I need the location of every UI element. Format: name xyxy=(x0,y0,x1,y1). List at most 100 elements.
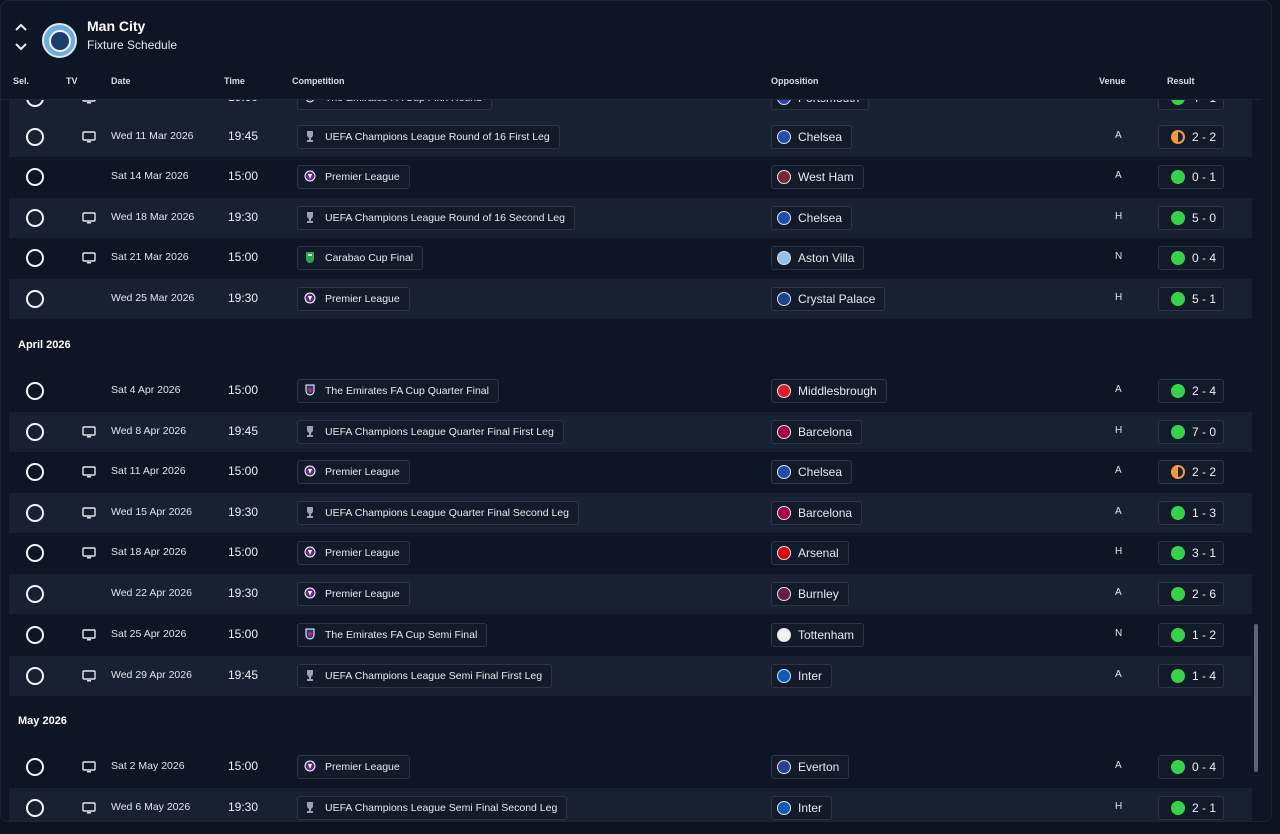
result-chip[interactable]: 2 - 4 xyxy=(1158,379,1224,403)
competition-chip[interactable]: UEFA Champions League Round of 16 First … xyxy=(297,125,560,149)
competition-chip[interactable]: Premier League xyxy=(297,755,410,779)
select-radio[interactable] xyxy=(26,249,44,267)
opponent-chip[interactable]: Arsenal xyxy=(771,541,849,565)
result-chip[interactable]: 7 - 0 xyxy=(1158,420,1224,444)
opponent-chip[interactable]: Crystal Palace xyxy=(771,287,886,311)
competition-chip[interactable]: Premier League xyxy=(297,287,410,311)
fixture-row[interactable]: Sat 2 May 2026 15:00 Premier League Everton… xyxy=(9,747,1252,787)
result-chip[interactable]: 3 - 1 xyxy=(1158,541,1224,565)
select-radio[interactable] xyxy=(26,382,44,400)
chevron-down-icon[interactable] xyxy=(14,39,32,59)
tv-icon xyxy=(82,802,96,815)
opponent-chip[interactable]: Burnley xyxy=(771,582,849,606)
result-chip[interactable]: 1 - 2 xyxy=(1158,623,1224,647)
result-chip[interactable]: 1 - 3 xyxy=(1158,501,1224,525)
competition-chip[interactable]: Premier League xyxy=(297,541,410,565)
team-name[interactable]: Man City xyxy=(87,18,145,34)
result-chip[interactable]: 5 - 0 xyxy=(1158,206,1224,230)
opponent-chip[interactable]: Barcelona xyxy=(771,420,863,444)
fixture-row[interactable]: Wed 22 Apr 2026 19:30 Premier League Burnle… xyxy=(9,574,1252,614)
result-chip[interactable]: 0 - 1 xyxy=(1158,165,1224,189)
result-chip[interactable]: 5 - 1 xyxy=(1158,287,1224,311)
opponent-chip[interactable]: West Ham xyxy=(771,165,864,189)
column-header-result[interactable]: Result xyxy=(1167,76,1195,86)
fixture-row[interactable]: Sat 11 Apr 2026 15:00 Premier League Chelse… xyxy=(9,452,1252,492)
column-header-sel[interactable]: Sel. xyxy=(13,76,29,86)
fixture-row[interactable]: Sat 21 Mar 2026 15:00 Carabao Cup Final Ast… xyxy=(9,238,1252,278)
result-chip[interactable]: 0 - 4 xyxy=(1158,246,1224,270)
column-header-tv[interactable]: TV xyxy=(66,76,78,86)
fixture-time: 15:00 xyxy=(228,169,259,183)
competition-chip[interactable]: UEFA Champions League Semi Final Second … xyxy=(297,796,568,820)
column-header-competition[interactable]: Competition xyxy=(292,76,345,86)
competition-chip[interactable]: Premier League xyxy=(297,460,410,484)
competition-chip[interactable]: Premier League xyxy=(297,582,410,606)
result-chip[interactable]: 2 - 6 xyxy=(1158,582,1224,606)
fixture-row[interactable]: Sat 7 Mar 2026 15:00 The Emirates FA Cup F… xyxy=(9,100,1252,118)
result-chip[interactable]: 4 - 1 xyxy=(1158,100,1224,110)
competition-chip[interactable]: UEFA Champions League Semi Final First L… xyxy=(297,664,553,688)
fixture-row[interactable]: Wed 15 Apr 2026 19:30 UEFA Champions Leagu… xyxy=(9,493,1252,533)
competition-chip[interactable]: UEFA Champions League Quarter Final Firs… xyxy=(297,420,564,444)
opponent-chip[interactable]: Chelsea xyxy=(771,125,853,149)
column-header-date[interactable]: Date xyxy=(111,76,131,86)
select-radio[interactable] xyxy=(26,290,44,308)
fixture-row[interactable]: Wed 29 Apr 2026 19:45 UEFA Champions Leagu… xyxy=(9,656,1252,696)
select-radio[interactable] xyxy=(26,544,44,562)
opponent-chip[interactable]: Tottenham xyxy=(771,623,865,647)
competition-chip[interactable]: Premier League xyxy=(297,165,410,189)
select-radio[interactable] xyxy=(26,168,44,186)
opponent-badge-icon xyxy=(777,669,791,683)
opponent-chip[interactable]: Inter xyxy=(771,796,833,820)
competition-chip[interactable]: The Emirates FA Cup Semi Final xyxy=(297,623,488,647)
opponent-chip[interactable]: Everton xyxy=(771,755,850,779)
fixture-row[interactable]: Wed 8 Apr 2026 19:45 UEFA Champions League… xyxy=(9,412,1252,452)
fixture-row[interactable]: Sat 18 Apr 2026 15:00 Premier League Arsena… xyxy=(9,533,1252,573)
select-radio[interactable] xyxy=(26,585,44,603)
result-chip[interactable]: 2 - 2 xyxy=(1158,460,1224,484)
fixture-row[interactable]: Wed 6 May 2026 19:30 UEFA Champions League… xyxy=(9,788,1252,821)
fixture-row[interactable]: Wed 25 Mar 2026 19:30 Premier League Crysta… xyxy=(9,279,1252,319)
column-header-venue[interactable]: Venue xyxy=(1099,76,1126,86)
fixture-venue: A xyxy=(1115,130,1122,141)
competition-name: UEFA Champions League Semi Final First L… xyxy=(325,670,543,682)
select-radio[interactable] xyxy=(26,463,44,481)
opponent-chip[interactable]: Aston Villa xyxy=(771,246,865,270)
opponent-chip[interactable]: Portsmouth xyxy=(771,100,870,110)
column-header-time[interactable]: Time xyxy=(224,76,245,86)
fixture-row[interactable]: Sat 14 Mar 2026 15:00 Premier League West H… xyxy=(9,157,1252,197)
select-radio[interactable] xyxy=(26,209,44,227)
opponent-chip[interactable]: Chelsea xyxy=(771,206,853,230)
select-radio[interactable] xyxy=(26,667,44,685)
competition-chip[interactable]: Carabao Cup Final xyxy=(297,246,424,270)
competition-chip[interactable]: UEFA Champions League Quarter Final Seco… xyxy=(297,501,579,525)
scrollbar[interactable] xyxy=(1254,624,1258,772)
opponent-chip[interactable]: Barcelona xyxy=(771,501,863,525)
select-radio[interactable] xyxy=(26,799,44,817)
select-radio[interactable] xyxy=(26,504,44,522)
column-header-opposition[interactable]: Opposition xyxy=(771,76,819,86)
fixture-row[interactable]: Wed 18 Mar 2026 19:30 UEFA Champions Leagu… xyxy=(9,198,1252,238)
result-chip[interactable]: 2 - 1 xyxy=(1158,796,1224,820)
opponent-chip[interactable]: Inter xyxy=(771,664,833,688)
result-chip[interactable]: 2 - 2 xyxy=(1158,125,1224,149)
select-radio[interactable] xyxy=(26,758,44,776)
select-radio[interactable] xyxy=(26,100,44,107)
chevron-up-icon[interactable] xyxy=(14,19,32,39)
competition-chip[interactable]: The Emirates FA Cup Quarter Final xyxy=(297,379,499,403)
competition-chip[interactable]: The Emirates FA Cup Fifth Round xyxy=(297,100,492,110)
select-radio[interactable] xyxy=(26,423,44,441)
result-chip[interactable]: 0 - 4 xyxy=(1158,755,1224,779)
competition-chip[interactable]: UEFA Champions League Round of 16 Second… xyxy=(297,206,575,230)
fixture-row[interactable]: Sat 4 Apr 2026 15:00 The Emirates FA Cup Q… xyxy=(9,371,1252,411)
fixture-row[interactable]: Sat 25 Apr 2026 15:00 The Emirates FA Cup … xyxy=(9,615,1252,655)
opponent-badge-icon xyxy=(777,384,791,398)
fixture-row[interactable]: Wed 11 Mar 2026 19:45 UEFA Champions Leagu… xyxy=(9,117,1252,157)
select-radio[interactable] xyxy=(26,626,44,644)
fixture-venue: H xyxy=(1115,292,1123,303)
opponent-chip[interactable]: Chelsea xyxy=(771,460,853,484)
opponent-chip[interactable]: Middlesbrough xyxy=(771,379,887,403)
page-title: Fixture Schedule xyxy=(87,38,178,52)
select-radio[interactable] xyxy=(26,128,44,146)
result-chip[interactable]: 1 - 4 xyxy=(1158,664,1224,688)
